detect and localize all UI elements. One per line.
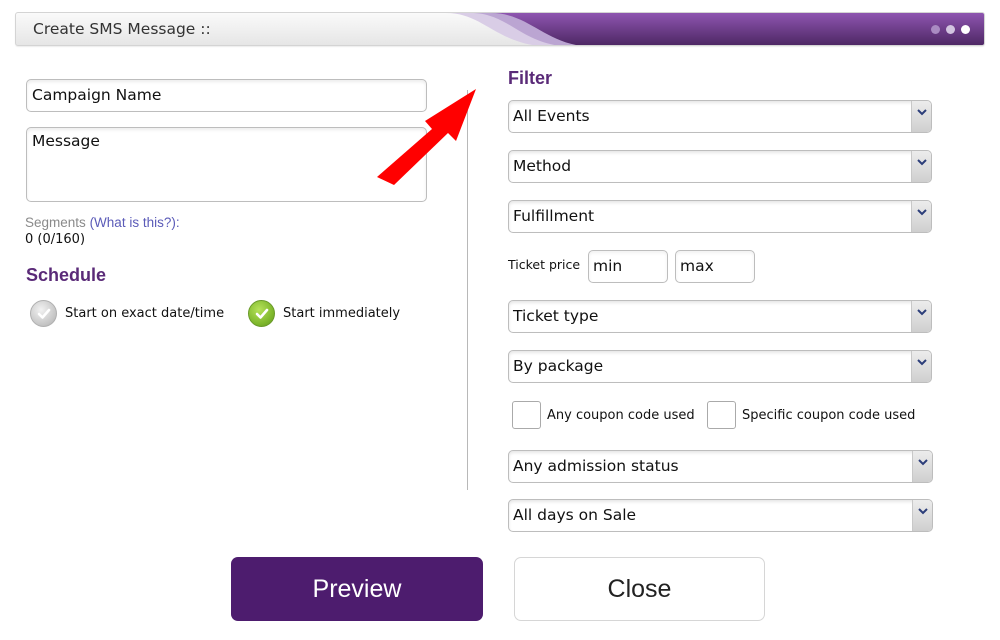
dot-icon [931,25,940,34]
ticket-type-select-value: Ticket type [513,307,599,325]
package-select-value: By package [513,357,604,375]
package-select[interactable]: By package [508,350,932,383]
dialog-title: Create SMS Message :: [33,20,211,38]
specific-coupon-checkbox[interactable]: Specific coupon code used [707,401,915,429]
chevron-down-icon[interactable] [911,301,931,332]
chevron-down-icon[interactable] [912,500,932,531]
fulfillment-select[interactable]: Fulfillment [508,200,932,233]
segments-count: 0 (0/160) [25,232,86,247]
events-select[interactable]: All Events [508,100,932,133]
max-placeholder: max [680,257,714,275]
schedule-option-immediately[interactable]: Start immediately [248,300,400,327]
segments-text: Segments [25,215,86,230]
checkbox-box[interactable] [707,401,736,429]
message-textarea[interactable]: Message [26,127,427,202]
min-placeholder: min [593,257,623,275]
campaign-name-input[interactable]: Campaign Name [26,79,427,112]
segments-colon: : [175,215,180,230]
check-circle-icon [248,300,275,327]
dot-icon [961,25,970,34]
days-on-sale-select[interactable]: All days on Sale [508,499,933,532]
schedule-option-label: Start immediately [283,306,401,321]
chevron-down-icon[interactable] [911,351,931,382]
check-circle-icon [30,300,57,327]
schedule-heading: Schedule [26,265,107,285]
segments-label: Segments (What is this?): [25,215,180,230]
checkbox-box[interactable] [512,401,541,429]
chevron-down-icon[interactable] [911,151,931,182]
specific-coupon-label: Specific coupon code used [742,407,916,423]
window-dots [931,25,970,34]
ticket-price-max-input[interactable]: max [675,250,755,283]
days-on-sale-select-value: All days on Sale [513,506,637,524]
dialog-titlebar: Create SMS Message :: [15,12,985,46]
ticket-price-min-input[interactable]: min [588,250,668,283]
events-select-value: All Events [513,107,590,125]
red-arrow-annotation [377,89,476,185]
preview-button[interactable]: Preview [231,557,483,621]
schedule-option-label: Start on exact date/time [65,306,225,321]
segments-help-link[interactable]: (What is this?) [90,215,176,230]
ticket-type-select[interactable]: Ticket type [508,300,932,333]
message-placeholder: Message [32,132,100,150]
admission-status-select-value: Any admission status [513,457,679,475]
any-coupon-label: Any coupon code used [547,407,695,423]
fulfillment-select-value: Fulfillment [513,207,595,225]
schedule-option-exact-datetime[interactable]: Start on exact date/time [30,300,224,327]
close-button[interactable]: Close [514,557,765,621]
campaign-name-placeholder: Campaign Name [32,86,162,104]
any-coupon-checkbox[interactable]: Any coupon code used [512,401,695,429]
dot-icon [946,25,955,34]
method-select[interactable]: Method [508,150,932,183]
admission-status-select[interactable]: Any admission status [508,450,933,483]
chevron-down-icon[interactable] [911,101,931,132]
ticket-price-label: Ticket price [508,257,581,272]
method-select-value: Method [513,157,572,175]
chevron-down-icon[interactable] [911,201,931,232]
filter-heading: Filter [508,68,553,88]
chevron-down-icon[interactable] [912,451,932,482]
